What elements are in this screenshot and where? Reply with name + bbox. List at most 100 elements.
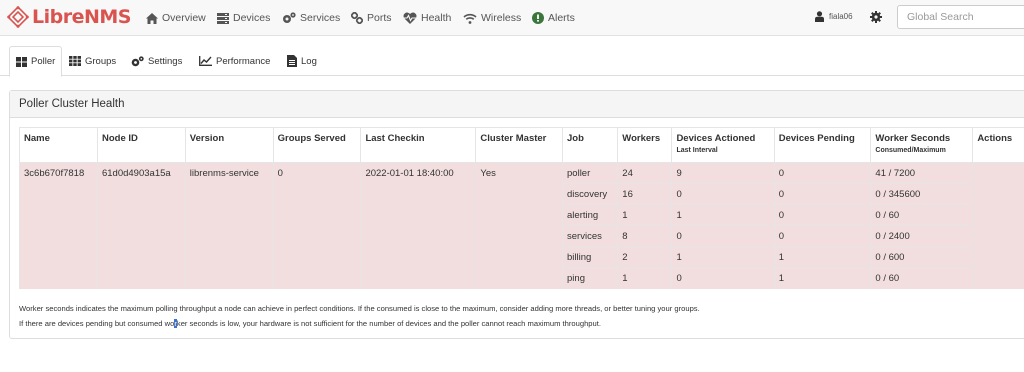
col-node-id-header: Node ID <box>96 127 186 163</box>
devices-actioned-subtitle: Last Interval <box>676 147 718 154</box>
worker-seconds-subtitle: Consumed/Maximum <box>875 147 946 154</box>
server-icon <box>217 12 229 24</box>
node-id-cell: 61d0d4903a15a <box>96 162 186 289</box>
exclamation-circle-icon <box>532 12 544 24</box>
devices-pending-cell: 0 <box>773 225 871 247</box>
devices-pending-cell: 0 <box>773 183 871 205</box>
worker-seconds-cell: 0 / 2400 <box>870 225 973 247</box>
cogs-icon <box>283 12 296 23</box>
worker-seconds-title: Worker Seconds <box>875 133 951 144</box>
tab-groups-label: Groups <box>85 55 117 67</box>
workers-cell: 1 <box>617 204 672 226</box>
brand-logo[interactable]: LibreNMS <box>7 6 131 28</box>
col-devices-actioned-header: Devices Actioned Last Interval <box>671 127 775 163</box>
col-devices-pending-header: Devices Pending <box>773 127 871 163</box>
nav-health[interactable]: Health <box>403 10 451 26</box>
devices-actioned-title: Devices Actioned <box>676 133 756 144</box>
node-cluster-master-cell: Yes <box>475 162 563 289</box>
job-cell: poller <box>562 162 618 184</box>
tab-settings[interactable]: Settings <box>125 46 188 76</box>
nav-ports[interactable]: Ports <box>351 10 392 26</box>
col-job-header: Job <box>562 127 618 163</box>
panel-heading: Poller Cluster Health <box>10 91 1024 118</box>
nav-overview-label: Overview <box>162 12 206 24</box>
librenms-logo-icon <box>7 6 29 28</box>
worker-seconds-cell: 0 / 60 <box>870 204 973 226</box>
note-text-start: If there are devices pending but consume… <box>19 319 175 328</box>
devices-actioned-cell: 1 <box>671 204 775 226</box>
worker-seconds-cell: 41 / 7200 <box>870 162 973 184</box>
col-name-header: Name <box>19 127 98 163</box>
job-cell: alerting <box>562 204 618 226</box>
th-icon <box>69 56 81 66</box>
col-last-checkin-header: Last Checkin <box>360 127 476 163</box>
workers-cell: 16 <box>617 183 672 205</box>
tab-performance[interactable]: Performance <box>193 46 276 76</box>
gear-icon <box>870 11 882 23</box>
job-cell: billing <box>562 246 618 268</box>
nav-overview[interactable]: Overview <box>146 10 206 26</box>
global-search-input[interactable]: Global Search <box>897 5 1024 29</box>
panel-title: Poller Cluster Health <box>19 98 125 110</box>
devices-pending-cell: 1 <box>773 246 871 268</box>
worker-seconds-cell: 0 / 600 <box>870 246 973 268</box>
wifi-icon <box>463 13 477 24</box>
job-cell: discovery <box>562 183 618 205</box>
line-chart-icon <box>199 56 212 66</box>
devices-pending-cell: 0 <box>773 204 871 226</box>
poller-tabs: Poller Groups Settings Performance Log <box>0 46 1024 77</box>
col-workers-header: Workers <box>617 127 672 163</box>
nav-services-label: Services <box>300 12 341 24</box>
node-name-cell: 3c6b670f7818 <box>19 162 98 289</box>
tab-log[interactable]: Log <box>281 46 323 76</box>
col-groups-served-header: Groups Served <box>272 127 361 163</box>
nav-ports-label: Ports <box>367 12 392 24</box>
nav-devices-label: Devices <box>233 12 271 24</box>
tab-groups[interactable]: Groups <box>63 46 122 76</box>
nav-alerts[interactable]: Alerts <box>532 10 575 26</box>
nav-alerts-label: Alerts <box>548 12 575 24</box>
worker-seconds-cell: 0 / 345600 <box>870 183 973 205</box>
nav-wireless[interactable]: Wireless <box>463 10 521 26</box>
node-version-cell: librenms-service <box>184 162 274 289</box>
user-icon <box>815 11 824 22</box>
devices-pending-note: If there are devices pending but consume… <box>19 319 601 328</box>
brand-name: LibreNMS <box>32 6 131 28</box>
home-icon <box>146 12 158 24</box>
devices-actioned-cell: 0 <box>671 183 775 205</box>
user-name: fiala06 <box>829 12 853 21</box>
top-navbar: LibreNMS Overview Devices Services Ports… <box>0 0 1024 36</box>
job-cell: services <box>562 225 618 247</box>
nav-health-label: Health <box>421 12 452 24</box>
workers-cell: 24 <box>617 162 672 184</box>
nav-devices[interactable]: Devices <box>217 10 270 26</box>
worker-seconds-cell: 0 / 60 <box>870 267 973 289</box>
nav-wireless-label: Wireless <box>481 12 522 24</box>
worker-seconds-note: Worker seconds indicates the maximum pol… <box>19 304 700 313</box>
tab-settings-label: Settings <box>148 55 183 67</box>
nav-services[interactable]: Services <box>282 10 340 26</box>
actions-cell <box>972 162 1024 289</box>
tab-poller[interactable]: Poller <box>9 46 63 77</box>
devices-actioned-cell: 1 <box>671 246 775 268</box>
devices-actioned-cell: 9 <box>671 162 775 184</box>
workers-cell: 1 <box>617 267 672 289</box>
cogs-icon <box>131 55 144 66</box>
link-icon <box>351 12 363 24</box>
global-search-placeholder: Global Search <box>907 11 974 23</box>
col-worker-seconds-header: Worker Seconds Consumed/Maximum <box>870 127 973 163</box>
devices-pending-cell: 1 <box>773 267 871 289</box>
tab-log-label: Log <box>301 55 317 67</box>
devices-actioned-cell: 0 <box>671 267 775 289</box>
col-version-header: Version <box>184 127 274 163</box>
poller-cluster-table: Name Node ID Version Groups Served Last … <box>19 127 1024 289</box>
tab-performance-label: Performance <box>216 55 271 67</box>
table-header-row: Name Node ID Version Groups Served Last … <box>19 127 1024 163</box>
user-menu[interactable]: fiala06 <box>815 11 853 22</box>
note-text-end: ker seconds is low, your hardware is not… <box>176 319 601 328</box>
settings-menu[interactable] <box>870 11 882 26</box>
node-groups-served-cell: 0 <box>272 162 361 289</box>
devices-pending-cell: 0 <box>773 162 871 184</box>
file-text-icon <box>287 55 297 67</box>
job-cell: ping <box>562 267 618 289</box>
